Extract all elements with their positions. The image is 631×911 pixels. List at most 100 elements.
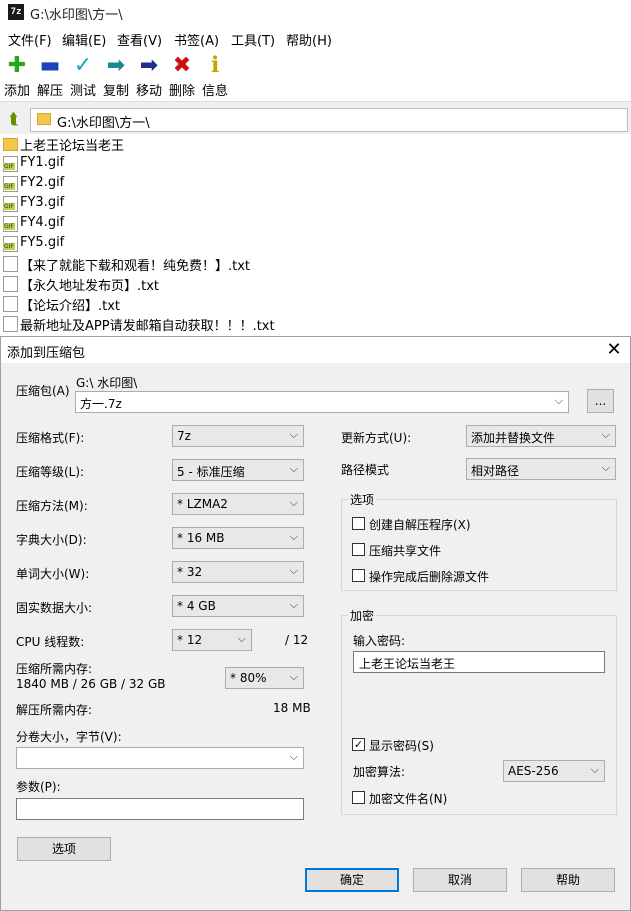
format-label: 压缩格式(F): bbox=[16, 431, 85, 445]
chevron-down-icon: ⌵ bbox=[289, 564, 298, 577]
solid-select[interactable]: * 4 GB ⌵ bbox=[172, 595, 304, 617]
menu-file[interactable]: 文件(F) bbox=[8, 30, 52, 49]
copy-arrow-icon: ➡ bbox=[106, 53, 126, 78]
extract-button[interactable]: ▬ 解压 bbox=[33, 52, 67, 100]
mem-select[interactable]: * 80% ⌵ bbox=[225, 667, 304, 689]
app-icon: 7z bbox=[8, 4, 24, 20]
solid-label: 固实数据大小: bbox=[16, 601, 93, 615]
password-label: 输入密码: bbox=[353, 634, 406, 648]
add-to-archive-dialog: 添加到压缩包 ✕ 压缩包(A) G:\ 水印图\ 方一.7z ⌵ ... 压缩格… bbox=[0, 336, 631, 911]
delete-button[interactable]: ✖ 删除 bbox=[165, 52, 199, 100]
list-item[interactable]: FY1.gif bbox=[0, 154, 631, 174]
mem-value: * 80% bbox=[230, 671, 267, 685]
dialog-title-bar: 添加到压缩包 ✕ bbox=[1, 337, 630, 363]
chevron-down-icon: ⌵ bbox=[289, 750, 298, 763]
params-input[interactable] bbox=[16, 798, 304, 820]
method-label: 压缩方法(M): bbox=[16, 499, 88, 513]
split-combo[interactable]: ⌵ bbox=[16, 747, 304, 769]
dict-value: * 16 MB bbox=[177, 531, 225, 545]
extract-label: 解压 bbox=[36, 84, 63, 99]
info-button[interactable]: ℹ 信息 bbox=[198, 52, 232, 100]
checkbox-box bbox=[352, 569, 365, 582]
shared-label: 压缩共享文件 bbox=[369, 544, 442, 558]
menu-tools[interactable]: 工具(T) bbox=[231, 30, 275, 49]
decomp-label: 解压所需内存: bbox=[16, 703, 93, 717]
show-password-label: 显示密码(S) bbox=[369, 739, 434, 753]
list-item[interactable]: 最新地址及APP请发邮箱自动获取！！！.txt bbox=[0, 314, 631, 334]
browse-button[interactable]: ... bbox=[587, 389, 614, 413]
password-input[interactable]: 上老王论坛当老王 bbox=[353, 651, 605, 673]
list-item[interactable]: 上老王论坛当老王 bbox=[0, 134, 631, 154]
toolbar: ✚ 添加 ▬ 解压 ✓ 测试 ➡ 复制 ➡ 移动 ✖ 删除 ℹ 信息 bbox=[0, 50, 631, 102]
list-item[interactable]: FY3.gif bbox=[0, 194, 631, 214]
dict-select[interactable]: * 16 MB ⌵ bbox=[172, 527, 304, 549]
help-button[interactable]: 帮助 bbox=[521, 868, 615, 892]
enc-method-label: 加密算法: bbox=[353, 765, 406, 779]
copy-button[interactable]: ➡ 复制 bbox=[99, 52, 133, 100]
title-bar: 7z G:\水印图\方一\ bbox=[0, 0, 631, 26]
path-select[interactable]: 相对路径 ⌵ bbox=[466, 458, 616, 480]
list-item[interactable]: FY2.gif bbox=[0, 174, 631, 194]
delete-label: 删除 bbox=[168, 84, 195, 99]
dict-label: 字典大小(D): bbox=[16, 533, 87, 547]
menu-help[interactable]: 帮助(H) bbox=[286, 30, 332, 49]
encrypt-names-label: 加密文件名(N) bbox=[369, 792, 448, 806]
archive-name-combo[interactable]: 方一.7z ⌵ bbox=[75, 391, 569, 413]
list-item[interactable]: 【永久地址发布页】.txt bbox=[0, 274, 631, 294]
add-button[interactable]: ✚ 添加 bbox=[0, 52, 34, 100]
cpu-label: CPU 线程数: bbox=[16, 635, 85, 649]
file-name: FY4.gif bbox=[20, 215, 65, 230]
checkbox-box bbox=[352, 791, 365, 804]
split-label: 分卷大小，字节(V): bbox=[16, 730, 122, 744]
level-select[interactable]: 5 - 标准压缩 ⌵ bbox=[172, 459, 304, 481]
mem-label: 压缩所需内存: bbox=[16, 662, 93, 676]
chevron-down-icon: ⌵ bbox=[289, 670, 298, 683]
method-select[interactable]: * LZMA2 ⌵ bbox=[172, 493, 304, 515]
archive-label: 压缩包(A) bbox=[16, 384, 70, 398]
chevron-down-icon: ⌵ bbox=[289, 496, 298, 509]
copy-label: 复制 bbox=[102, 84, 129, 99]
options-button[interactable]: 选项 bbox=[17, 837, 111, 861]
move-button[interactable]: ➡ 移动 bbox=[132, 52, 166, 100]
file-name: 【永久地址发布页】.txt bbox=[20, 279, 160, 294]
archive-name-value: 方一.7z bbox=[80, 397, 122, 411]
list-item[interactable]: 【论坛介绍】.txt bbox=[0, 294, 631, 314]
cpu-select[interactable]: * 12 ⌵ bbox=[172, 629, 252, 651]
up-folder-icon[interactable]: ⮬ bbox=[3, 108, 25, 130]
checkmark-icon: ✓ bbox=[352, 738, 365, 751]
close-icon[interactable]: ✕ bbox=[604, 339, 624, 360]
list-item[interactable]: FY4.gif bbox=[0, 214, 631, 234]
menu-edit[interactable]: 编辑(E) bbox=[62, 30, 106, 49]
info-label: 信息 bbox=[201, 84, 228, 99]
list-item[interactable]: FY5.gif bbox=[0, 234, 631, 254]
text-file-icon bbox=[3, 256, 18, 272]
ok-button[interactable]: 确定 bbox=[305, 868, 399, 892]
chevron-down-icon: ⌵ bbox=[554, 394, 563, 407]
chevron-down-icon: ⌵ bbox=[289, 428, 298, 441]
enc-method-select[interactable]: AES-256 ⌵ bbox=[503, 760, 605, 782]
window-title: G:\水印图\方一\ bbox=[30, 8, 123, 23]
menu-bookmarks[interactable]: 书签(A) bbox=[174, 30, 219, 49]
address-field[interactable]: G:\水印图\方一\ bbox=[30, 108, 628, 132]
gif-file-icon bbox=[3, 156, 18, 172]
format-select[interactable]: 7z ⌵ bbox=[172, 425, 304, 447]
file-name: FY2.gif bbox=[20, 175, 65, 190]
text-file-icon bbox=[3, 296, 18, 312]
params-label: 参数(P): bbox=[16, 780, 61, 794]
test-button[interactable]: ✓ 测试 bbox=[66, 52, 100, 100]
update-select[interactable]: 添加并替换文件 ⌵ bbox=[466, 425, 616, 447]
cpu-value: * 12 bbox=[177, 633, 203, 647]
menu-view[interactable]: 查看(V) bbox=[117, 30, 162, 49]
update-label: 更新方式(U): bbox=[341, 431, 412, 445]
word-select[interactable]: * 32 ⌵ bbox=[172, 561, 304, 583]
dialog-title: 添加到压缩包 bbox=[7, 346, 86, 361]
list-item[interactable]: 【来了就能下载和观看！纯免费！】.txt bbox=[0, 254, 631, 274]
method-value: * LZMA2 bbox=[177, 497, 228, 511]
cancel-button[interactable]: 取消 bbox=[413, 868, 507, 892]
checkbox-box bbox=[352, 517, 365, 530]
options-group-title: 选项 bbox=[348, 491, 377, 508]
solid-value: * 4 GB bbox=[177, 599, 216, 613]
decomp-value: 18 MB bbox=[273, 701, 311, 715]
folder-icon bbox=[3, 138, 18, 151]
check-icon: ✓ bbox=[73, 53, 93, 78]
